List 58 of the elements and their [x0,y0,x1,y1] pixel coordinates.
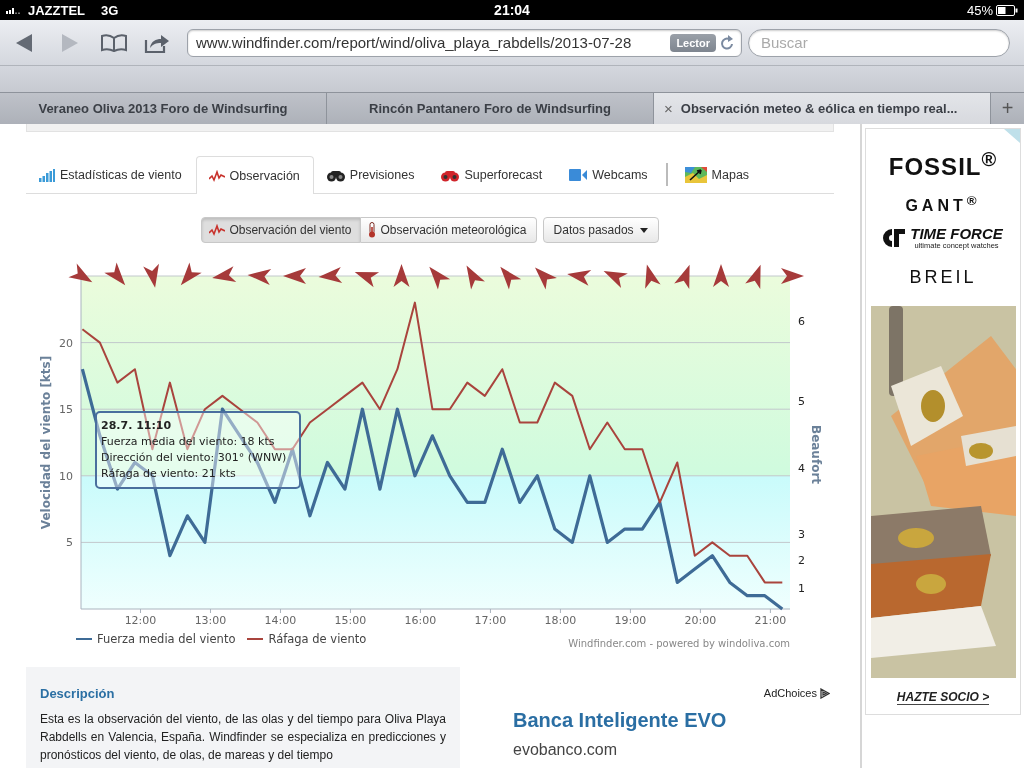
y2-axis-title: Beaufort [809,425,823,484]
tooltip-line: Ráfaga de viento: 21 kts [101,466,237,482]
x-tick-label: 16:00 [404,614,437,627]
ad-headline[interactable]: Banca Inteligente EVO [513,709,834,732]
y-tick-label: 5 [66,536,73,550]
tooltip-line: Fuerza media del viento: 18 kts [101,434,276,450]
nav-tab[interactable]: Webcams [556,156,662,193]
x-tick-label: 14:00 [264,614,297,627]
network-type: 3G [101,2,119,18]
nav-tab[interactable]: Superforecast [428,156,557,193]
search-field[interactable]: Buscar [748,28,1010,57]
battery-percent: 45% [966,2,993,18]
y-axis-title: Velocidad del viento [kts] [39,355,53,530]
y-tick-label: 15 [59,403,73,417]
beaufort-tick-label: 1 [798,581,805,595]
brand-logo: TIME FORCE [910,226,1003,242]
clock: 21:04 [494,2,530,18]
legend-label: Fuerza media del viento [97,632,236,646]
x-tick-label: 18:00 [544,614,577,627]
ad-domain[interactable]: evobanco.com [513,741,834,759]
nav-tab[interactable]: Observación [195,156,314,194]
nav-tab[interactable]: Previsiones [313,156,429,193]
x-tick-label: 17:00 [474,614,507,627]
x-tick-label: 21:00 [754,614,787,627]
x-tick-label: 19:00 [614,614,647,627]
chart-credits: Windfinder.com - powered by windoliva.com [568,638,790,649]
brand-logo: BREIL [909,268,977,287]
browser-tab[interactable]: × Observación meteo & eólica en tiempo real... [654,93,991,124]
nav-tab[interactable]: Estadísticas de viento [26,156,196,193]
x-tick-label: 12:00 [124,614,157,627]
url-field[interactable]: www.windfinder.com/report/wind/oliva_playa_rabdells/2013-07-28 Lector [187,28,742,57]
browser-tab[interactable]: Veraneo Oliva 2013 Foro de Windsurfing [0,93,327,124]
x-tick-label: 15:00 [334,614,367,627]
view-button[interactable]: Observación meteorológica [361,217,537,243]
legend-label: Ráfaga de viento [268,632,367,646]
carrier-name: JAZZTEL [28,2,86,18]
beaufort-tick-label: 4 [798,461,805,475]
nav-tab[interactable]: Mapas [671,156,764,193]
brand-logo: FOSSIL$^{®}$ [888,149,998,179]
description-text: Esta es la observación del viento, de las olas y del tiempo para Oliva Playa Rabdells en Valencia, España. Windfinder se especializa en predicciones y pronósticos del viento, de olas, de mareas y del tiempo [40,711,446,764]
new-tab-button[interactable]: + [991,93,1024,124]
beaufort-tick-label: 6 [798,315,805,329]
browser-tab[interactable]: Rincón Pantanero Foro de Windsurfing [327,93,654,124]
tooltip-title: 28.7. 11:10 [101,418,173,434]
y-tick-label: 20 [59,336,73,350]
beaufort-tick-label: 5 [798,395,805,409]
description-title: Descripción [40,686,116,701]
beaufort-tick-label: 3 [798,528,805,542]
beaufort-tick-label: 2 [798,553,805,567]
view-button[interactable]: Observación del viento [201,217,362,243]
x-tick-label: 13:00 [194,614,227,627]
join-link[interactable]: HAZTE SOCIO > [896,690,990,706]
adchoices-link[interactable]: AdChoices [763,687,817,699]
x-tick-label: 20:00 [684,614,717,627]
tooltip-line: Dirección del viento: 301° (WNW) [101,450,288,466]
dropdown-button[interactable]: Datos pasados [542,217,659,243]
brand-logo: GANT$^{®}$ [905,194,981,215]
y-tick-label: 10 [59,469,73,483]
